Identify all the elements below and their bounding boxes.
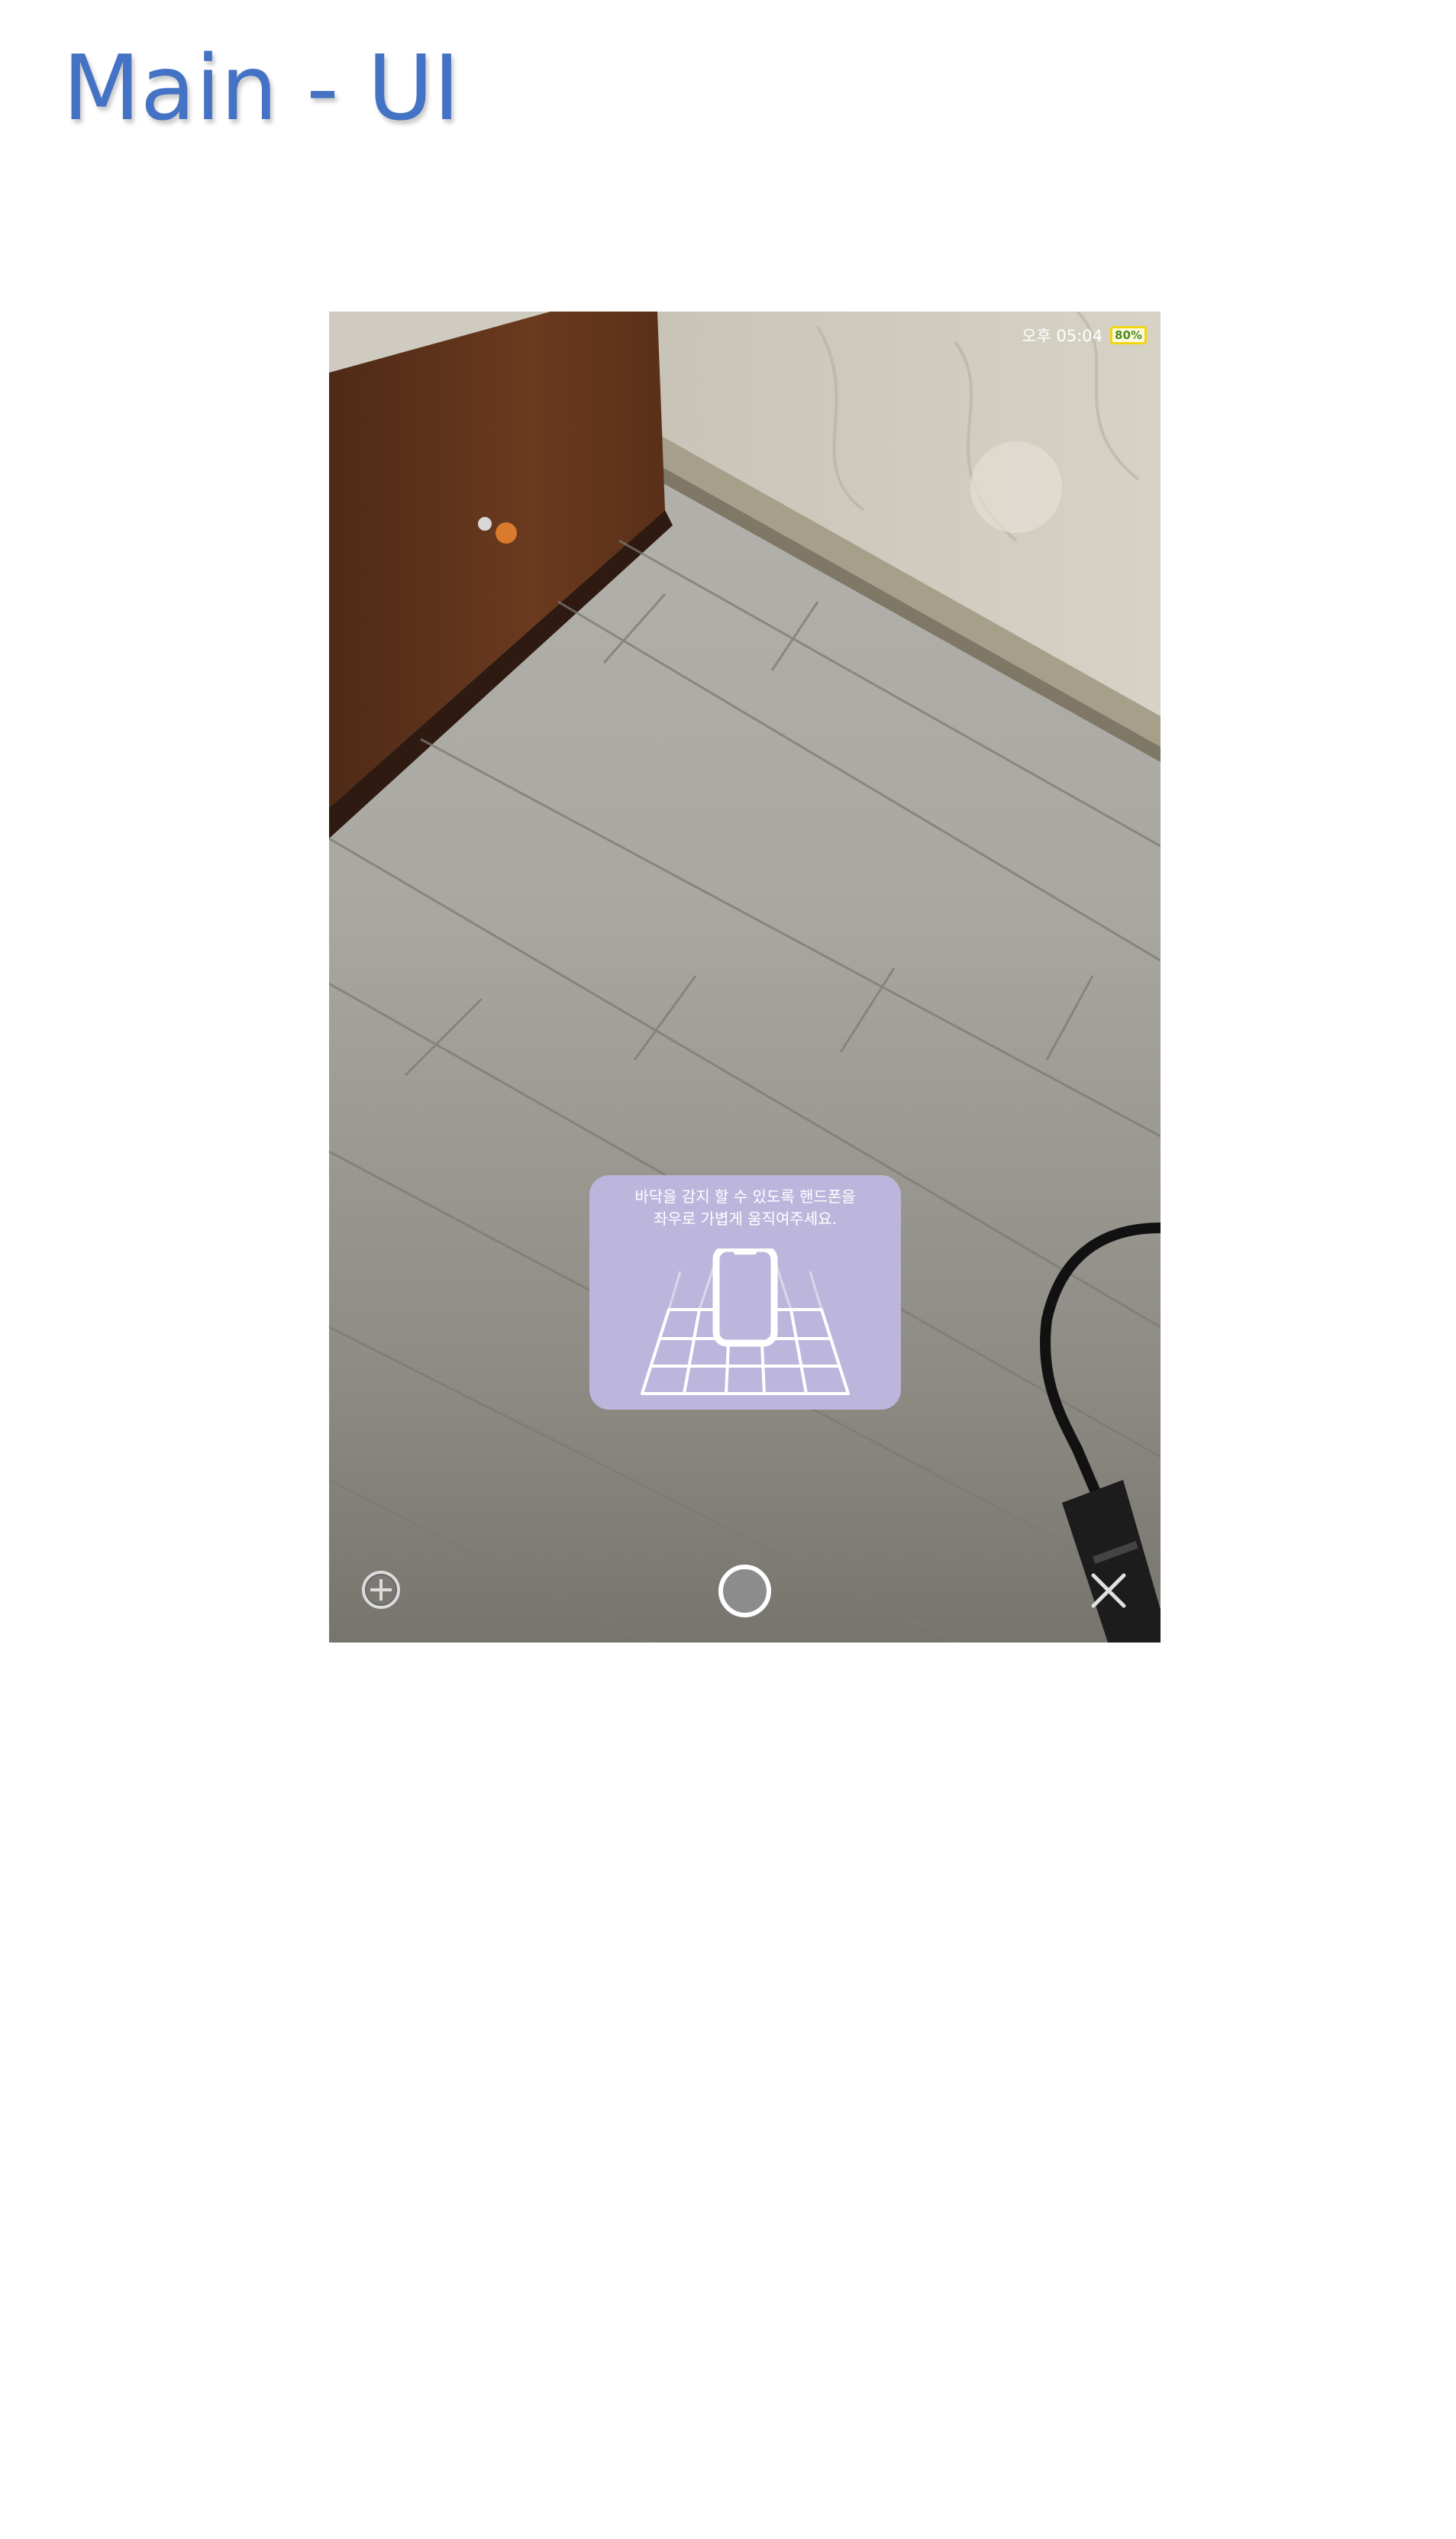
phone-over-floor-grid-icon: [641, 1249, 850, 1395]
shutter-button[interactable]: [718, 1565, 771, 1617]
camera-feed: [329, 312, 1161, 1643]
plus-circle-icon: [362, 1571, 400, 1609]
close-button[interactable]: [1087, 1569, 1130, 1612]
close-x-icon: [1091, 1573, 1126, 1608]
guide-message: 바닥을 감지 할 수 있도록 핸드폰을 좌우로 가볍게 움직여주세요.: [589, 1186, 901, 1230]
battery-percent: 80%: [1115, 328, 1142, 342]
floor-detection-guide-card: 바닥을 감지 할 수 있도록 핸드폰을 좌우로 가볍게 움직여주세요.: [589, 1175, 901, 1410]
guide-message-line2: 좌우로 가볍게 움직여주세요.: [654, 1210, 837, 1228]
battery-indicator: 80%: [1110, 326, 1151, 344]
phone-screen: 오후 05:04 80% 바닥을 감지 할 수 있도록 핸드폰을 좌우로 가볍게…: [329, 312, 1161, 1643]
status-bar: 오후 05:04 80%: [1022, 324, 1151, 347]
guide-message-line1: 바닥을 감지 할 수 있도록 핸드폰을: [634, 1187, 856, 1206]
add-button[interactable]: [360, 1568, 402, 1611]
status-time: 오후 05:04: [1022, 327, 1102, 345]
slide-title: Main - UI: [63, 35, 460, 141]
battery-icon: 80%: [1110, 326, 1147, 344]
